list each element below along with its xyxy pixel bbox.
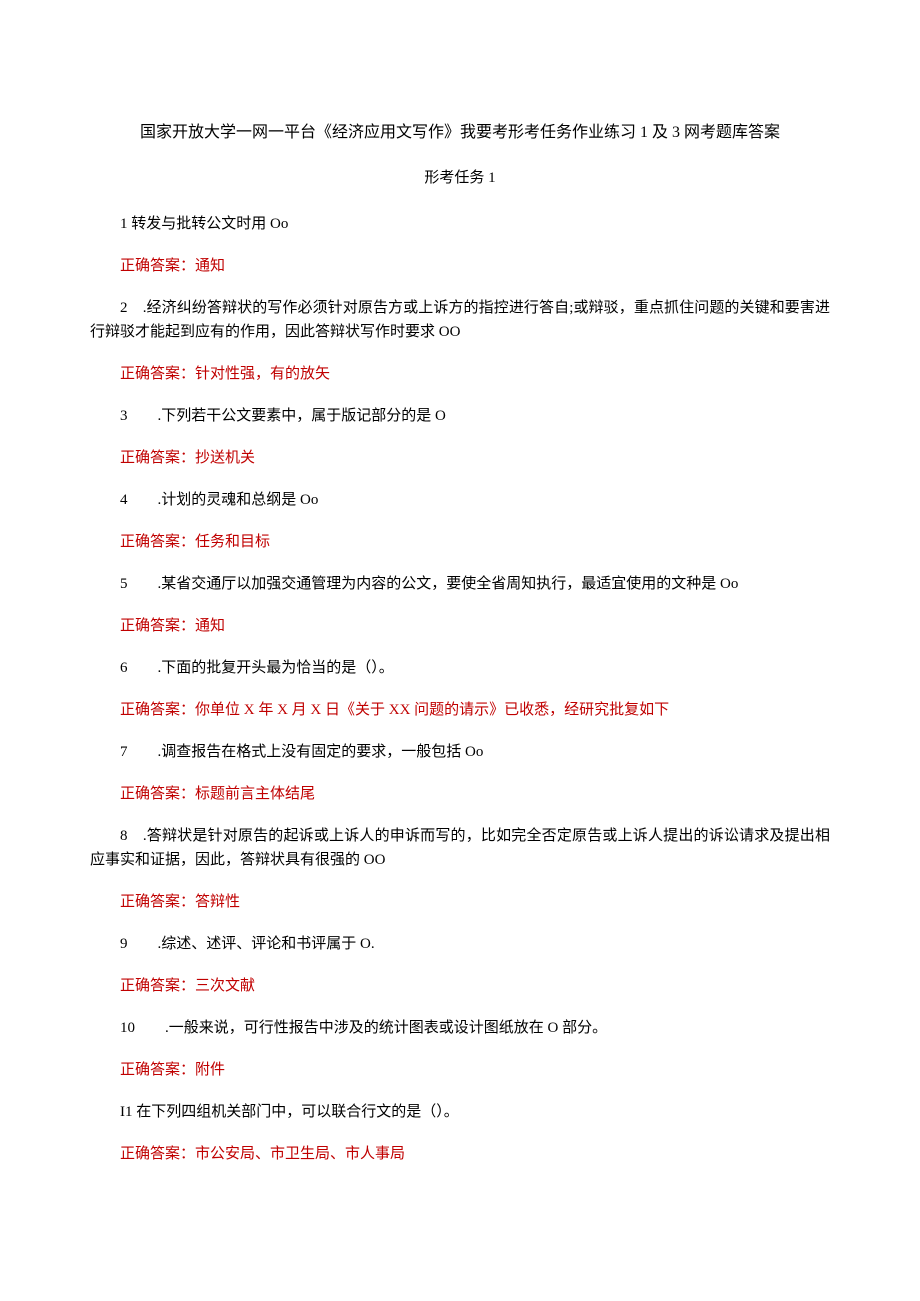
answer-text: 正确答案：市公安局、市卫生局、市人事局: [90, 1142, 830, 1166]
answer-text: 正确答案：通知: [90, 614, 830, 638]
answer-text: 正确答案：三次文献: [90, 974, 830, 998]
answer-text: 正确答案：标题前言主体结尾: [90, 782, 830, 806]
question-text: 2 .经济纠纷答辩状的写作必须针对原告方或上诉方的指控进行答自;或辩驳，重点抓住…: [90, 296, 830, 344]
question-text: 7 .调查报告在格式上没有固定的要求，一般包括 Oo: [90, 740, 830, 764]
document-page: 国家开放大学一网一平台《经济应用文写作》我要考形考任务作业练习 1 及 3 网考…: [0, 0, 920, 1301]
document-subtitle: 形考任务 1: [90, 166, 830, 190]
answer-text: 正确答案：任务和目标: [90, 530, 830, 554]
question-text: 4 .计划的灵魂和总纲是 Oo: [90, 488, 830, 512]
question-text: 5 .某省交通厅以加强交通管理为内容的公文，要使全省周知执行，最适宜使用的文种是…: [90, 572, 830, 596]
answer-text: 正确答案：你单位 X 年 X 月 X 日《关于 XX 问题的请示》已收悉，经研究…: [90, 698, 830, 722]
question-text: 6 .下面的批复开头最为恰当的是（）。: [90, 656, 830, 680]
document-title: 国家开放大学一网一平台《经济应用文写作》我要考形考任务作业练习 1 及 3 网考…: [90, 120, 830, 146]
question-text: 8 .答辩状是针对原告的起诉或上诉人的申诉而写的，比如完全否定原告或上诉人提出的…: [90, 824, 830, 872]
question-text: 1 转发与批转公文时用 Oo: [90, 212, 830, 236]
answer-text: 正确答案：针对性强，有的放矢: [90, 362, 830, 386]
answer-text: 正确答案：答辩性: [90, 890, 830, 914]
question-text: 3 .下列若干公文要素中，属于版记部分的是 O: [90, 404, 830, 428]
question-text: I1 在下列四组机关部门中，可以联合行文的是（）。: [90, 1100, 830, 1124]
answer-text: 正确答案：通知: [90, 254, 830, 278]
question-text: 10 .一般来说，可行性报告中涉及的统计图表或设计图纸放在 O 部分。: [90, 1016, 830, 1040]
question-text: 9 .综述、述评、评论和书评属于 O.: [90, 932, 830, 956]
answer-text: 正确答案：附件: [90, 1058, 830, 1082]
answer-text: 正确答案：抄送机关: [90, 446, 830, 470]
